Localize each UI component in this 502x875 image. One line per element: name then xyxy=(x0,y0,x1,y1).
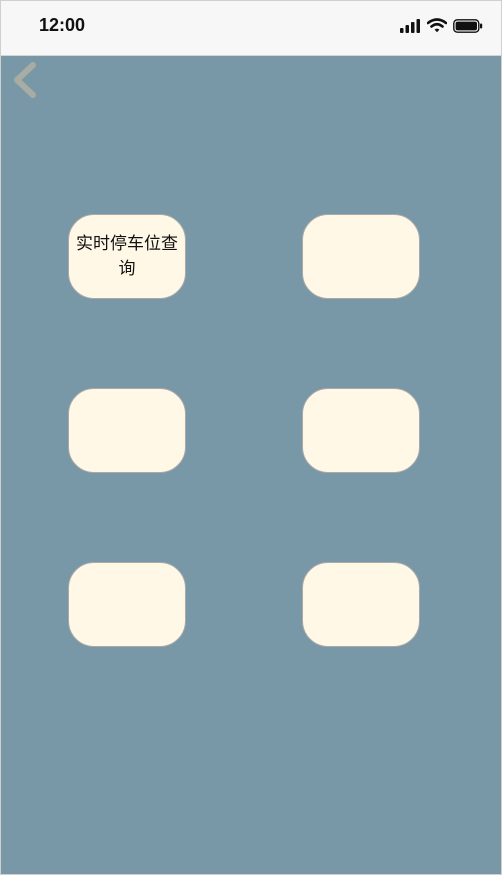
status-time: 12:00 xyxy=(39,15,86,35)
status-bar: 12:00 xyxy=(1,1,501,56)
tile-6[interactable] xyxy=(302,562,420,647)
wifi-icon xyxy=(427,18,447,33)
tile-5[interactable] xyxy=(68,562,186,647)
back-button[interactable] xyxy=(9,60,43,100)
tile-3[interactable] xyxy=(68,388,186,473)
phone-frame: 12:00 实时停车位查询 xyxy=(0,0,502,875)
main-content: 实时停车位查询 xyxy=(1,56,501,874)
tile-4[interactable] xyxy=(302,388,420,473)
status-icons xyxy=(400,18,483,33)
tile-label: 实时停车位查询 xyxy=(76,233,178,279)
battery-icon xyxy=(453,18,483,33)
chevron-left-icon xyxy=(14,62,36,98)
signal-icon xyxy=(400,18,420,33)
tile-realtime-parking-query[interactable]: 实时停车位查询 xyxy=(68,214,186,299)
tile-2[interactable] xyxy=(302,214,420,299)
